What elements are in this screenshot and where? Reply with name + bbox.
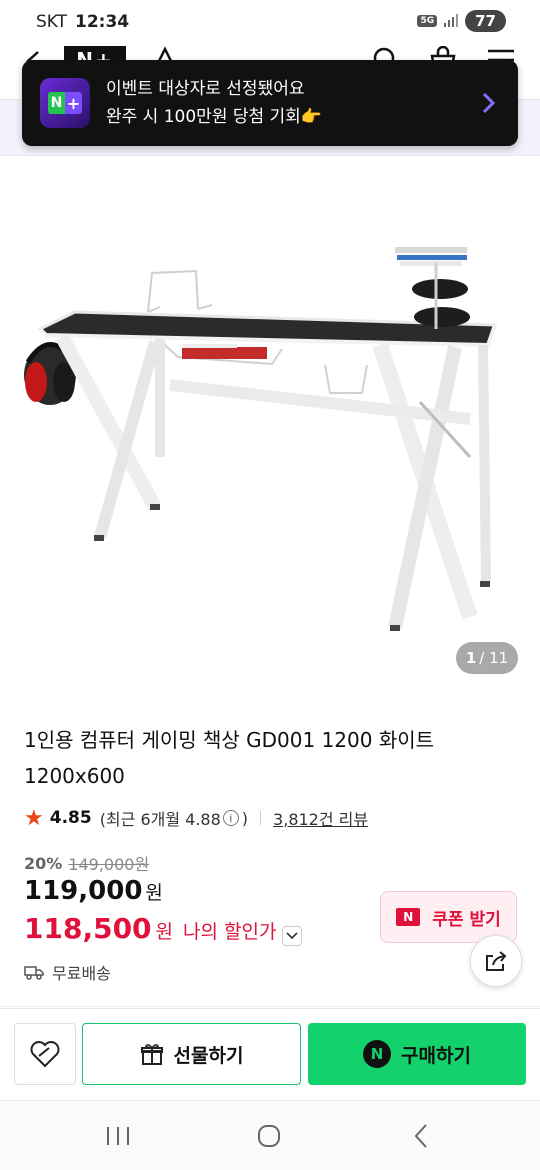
toast-message: 이벤트 대상자로 선정됐어요 완주 시 100만원 당첨 기회👉 [106,75,476,131]
carrier-label: SKT [36,12,68,32]
network-type: 5G [417,15,438,27]
review-count-link[interactable]: 3,812건 리뷰 [273,806,368,830]
clock: 12:34 [75,12,130,32]
truck-icon [24,966,44,980]
product-title: 1인용 컴퓨터 게이밍 책상 GD001 1200 화이트 1200x600 [24,728,435,788]
toast-line-2: 완주 시 100만원 당첨 기회👉 [106,107,322,127]
naver-n-icon: N [396,908,421,926]
my-price-unit: 원 [155,921,174,943]
toast-line-1: 이벤트 대상자로 선정됐어요 [106,79,305,99]
naver-pay-icon: N [363,1040,392,1068]
back-icon[interactable] [410,1123,432,1149]
gift-button[interactable]: 선물하기 [82,1023,301,1085]
price-amount: 119,000 [24,876,143,906]
recent-apps-icon[interactable] [104,1125,132,1147]
signal-icon [444,14,459,27]
coupon-label: 쿠폰 받기 [432,909,501,930]
my-price-amount: 118,500 [24,912,152,945]
share-button[interactable] [470,935,522,987]
pager-total: / 11 [479,649,509,667]
chevron-right-icon[interactable] [476,91,500,115]
discount-rate: 20% [24,853,63,873]
divider [260,811,262,825]
heart-icon [30,1041,60,1068]
rating-score: 4.85 [49,808,92,828]
shipping-label: 무료배송 [52,964,111,983]
battery-indicator: 77 [465,10,506,32]
my-price-label: 나의 할인가 [183,921,277,943]
info-icon[interactable]: i [222,810,239,826]
status-icons: 5G 77 [417,10,506,32]
share-icon [486,951,507,971]
gift-label: 선물하기 [173,1044,244,1067]
buy-button[interactable]: N 구매하기 [308,1023,526,1085]
recent-rating-close: ) [241,808,249,828]
pager-current: 1 [465,649,477,667]
naver-plus-badge-icon: N + [40,78,90,128]
star-icon: ★ [24,805,44,831]
purchase-action-bar: 선물하기 N 구매하기 [0,1008,540,1100]
buy-label: 구매하기 [401,1044,471,1067]
original-price: 149,000원 [68,855,150,874]
my-discount-price[interactable]: 118,500 원 나의 할인가 [24,912,303,946]
event-toast[interactable]: N + 이벤트 대상자로 선정됐어요 완주 시 100만원 당첨 기회👉 [22,60,518,146]
discount-row: 20% 149,000원 [24,851,149,875]
wishlist-button[interactable] [14,1023,76,1085]
product-image-carousel[interactable] [0,157,540,692]
section-divider [0,1006,540,1007]
rating-row: ★ 4.85 (최근 6개월 4.88 i ) 3,812건 리뷰 [24,805,368,831]
chevron-down-icon[interactable] [282,926,303,946]
gaming-desk-image [24,247,498,631]
system-nav-bar [0,1100,540,1170]
status-bar: SKT 12:34 5G 77 [0,0,540,44]
gift-icon [140,1044,163,1065]
image-pager: 1 / 11 [456,642,518,674]
home-icon[interactable] [256,1123,282,1149]
sale-price: 119,000 원 [24,876,163,906]
price-unit: 원 [145,882,163,904]
recent-rating: (최근 6개월 4.88 [99,810,221,829]
shipping-info: 무료배송 [24,960,111,984]
